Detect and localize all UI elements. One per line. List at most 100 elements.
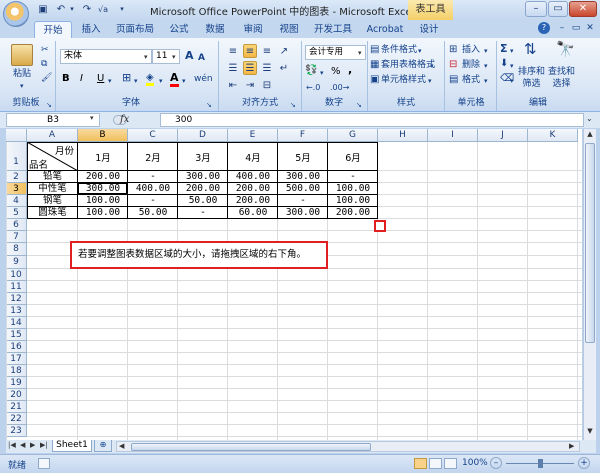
paste-dropdown-icon[interactable]: ▾ (20, 80, 24, 92)
row-header-18[interactable]: 18 (6, 365, 27, 377)
check-icon[interactable]: √a (96, 3, 110, 16)
insert-cells-icon[interactable]: ⊞ (449, 44, 457, 56)
data-cell[interactable]: 200.00 (228, 195, 278, 207)
accounting-format-icon[interactable]: 💱 (305, 65, 317, 77)
range-resize-handle[interactable] (374, 220, 386, 232)
column-header-g[interactable]: G (328, 129, 378, 142)
row-header-1[interactable]: 1 (6, 142, 27, 171)
vertical-scrollbar[interactable]: ▲ ▼ (583, 129, 596, 440)
zoom-level[interactable]: 100% (462, 458, 488, 468)
insert-cells-button[interactable]: 插入 (462, 44, 480, 56)
row-header-4[interactable]: 4 (6, 195, 27, 207)
data-cell[interactable]: - (328, 171, 378, 183)
delete-cells-icon[interactable]: ⊟ (449, 59, 457, 71)
sort-filter-button[interactable]: 排序和 筛选 (518, 66, 545, 90)
help-icon[interactable]: ? (538, 22, 550, 34)
align-top-icon[interactable]: ≡ (226, 44, 240, 58)
align-center-icon[interactable]: ☰ (243, 61, 257, 75)
column-header-h[interactable]: H (378, 129, 428, 142)
increase-indent-icon[interactable]: ⇥ (243, 78, 257, 92)
row-header-9[interactable]: 9 (6, 256, 27, 269)
data-cell[interactable]: - (178, 207, 228, 219)
tab-design[interactable]: 设计 (414, 21, 444, 38)
format-as-table-icon[interactable]: ▦ (370, 59, 379, 71)
row-header-8[interactable]: 8 (6, 243, 27, 256)
fill-color-icon[interactable]: ◈ (146, 72, 154, 86)
italic-button[interactable]: I (80, 73, 83, 85)
align-left-icon[interactable]: ☰ (226, 61, 240, 75)
find-select-button[interactable]: 查找和 选择 (548, 66, 575, 90)
clear-dropdown-icon[interactable]: ▾ (510, 75, 514, 87)
row-header-12[interactable]: 12 (6, 293, 27, 305)
scroll-up-icon[interactable]: ▲ (585, 130, 595, 140)
data-cell[interactable]: 500.00 (278, 183, 328, 195)
data-cell[interactable]: 300.00 (278, 207, 328, 219)
select-all-corner[interactable] (6, 129, 27, 142)
paste-icon[interactable] (11, 44, 33, 66)
row-header-6[interactable]: 6 (6, 219, 27, 231)
row-header-2[interactable]: 2 (6, 171, 27, 183)
cell-styles-icon[interactable]: ▣ (370, 74, 379, 86)
tab-view[interactable]: 视图 (274, 21, 304, 38)
office-button[interactable] (3, 1, 29, 27)
wrap-text-icon[interactable]: ↵ (277, 61, 291, 75)
data-cell[interactable]: 200.00 (178, 183, 228, 195)
first-sheet-icon[interactable]: |◀ (8, 441, 16, 449)
font-color-dropdown-icon[interactable]: ▾ (182, 75, 186, 87)
name-box-dropdown-icon[interactable]: ▾ (90, 114, 94, 122)
clipboard-launcher-icon[interactable]: ↘ (46, 99, 52, 111)
row-header-20[interactable]: 20 (6, 389, 27, 401)
scroll-right-icon[interactable]: ▶ (569, 442, 574, 450)
column-header-f[interactable]: F (278, 129, 328, 142)
last-sheet-icon[interactable]: ▶| (40, 441, 48, 449)
borders-dropdown-icon[interactable]: ▾ (134, 75, 138, 87)
data-cell[interactable]: 100.00 (328, 183, 378, 195)
insert-function-button[interactable]: fx (120, 114, 160, 126)
percent-button[interactable]: % (331, 66, 341, 78)
comma-button[interactable]: , (348, 64, 352, 76)
horizontal-scrollbar[interactable]: ◀ ▶ (116, 441, 580, 452)
grow-font-button[interactable]: A (185, 50, 194, 62)
find-select-icon[interactable]: 🔭 (556, 42, 575, 57)
row-header-17[interactable]: 17 (6, 353, 27, 365)
phonetic-button[interactable]: wén (194, 73, 213, 85)
autosum-icon[interactable]: Σ (500, 43, 508, 55)
bold-button[interactable]: B (62, 73, 70, 85)
redo-icon[interactable]: ↷ (80, 3, 94, 16)
row-header-22[interactable]: 22 (6, 413, 27, 425)
tab-acrobat[interactable]: Acrobat (362, 21, 408, 38)
data-cell[interactable]: 100.00 (78, 195, 128, 207)
align-bottom-icon[interactable]: ≡ (260, 44, 274, 58)
format-painter-icon[interactable]: 🖌 (41, 72, 52, 84)
row-header-16[interactable]: 16 (6, 341, 27, 353)
row-header-19[interactable]: 19 (6, 377, 27, 389)
conditional-format-dropdown-icon[interactable]: ▾ (418, 45, 422, 57)
data-cell[interactable]: 60.00 (228, 207, 278, 219)
row-header-15[interactable]: 15 (6, 329, 27, 341)
macro-record-icon[interactable] (38, 458, 50, 469)
page-break-view-icon[interactable] (444, 458, 457, 469)
row-header-13[interactable]: 13 (6, 305, 27, 317)
format-as-table-dropdown-icon[interactable]: ▾ (430, 60, 434, 72)
conditional-format-button[interactable]: 条件格式 (381, 44, 417, 56)
sheet-tab-sheet1[interactable]: Sheet1 (52, 440, 92, 452)
expand-formula-bar-icon[interactable]: ⌄ (586, 114, 593, 123)
data-cell[interactable]: - (128, 171, 178, 183)
row-header-11[interactable]: 11 (6, 281, 27, 293)
data-cell[interactable]: 100.00 (328, 195, 378, 207)
row-header-5[interactable]: 5 (6, 207, 27, 219)
data-cell[interactable]: 400.00 (228, 171, 278, 183)
vertical-scroll-thumb[interactable] (585, 143, 595, 343)
font-color-icon[interactable]: A (170, 71, 179, 87)
ribbon-close-icon[interactable]: ✕ (584, 22, 596, 34)
row-header-23[interactable]: 23 (6, 425, 27, 437)
borders-icon[interactable]: ⊞ (122, 72, 131, 84)
active-cell-selection[interactable] (77, 182, 128, 195)
ribbon-minimize-icon[interactable]: – (556, 22, 568, 34)
tab-formulas[interactable]: 公式 (164, 21, 194, 38)
row-header-7[interactable]: 7 (6, 231, 27, 243)
accounting-dropdown-icon[interactable]: ▾ (320, 67, 324, 79)
next-sheet-icon[interactable]: ▶ (30, 441, 35, 449)
customize-qat-icon[interactable]: ▾ (118, 3, 126, 16)
format-cells-icon[interactable]: ▤ (449, 74, 458, 86)
